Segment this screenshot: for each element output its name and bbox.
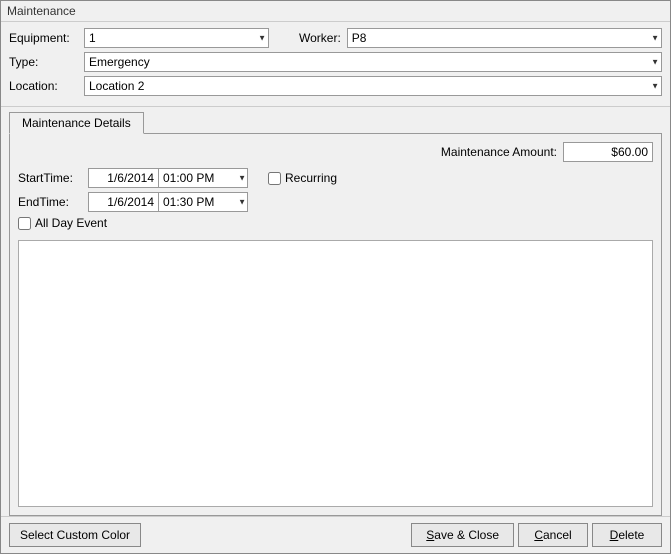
tab-maintenance-details[interactable]: Maintenance Details xyxy=(9,112,144,134)
recurring-checkbox[interactable] xyxy=(268,172,281,185)
end-time-wrapper: 01:30 PM ▼ xyxy=(158,192,248,212)
save-close-button[interactable]: Save & Close xyxy=(411,523,514,547)
custom-color-button[interactable]: Select Custom Color xyxy=(9,523,141,547)
type-select-wrapper: Emergency ▼ xyxy=(84,52,662,72)
tab-container: Maintenance Details Maintenance Amount: … xyxy=(9,111,662,516)
start-time-label: StartTime: xyxy=(18,171,88,185)
start-date-input[interactable] xyxy=(88,168,158,188)
start-time-select[interactable]: 01:00 PM xyxy=(158,168,248,188)
start-time-row: StartTime: 01:00 PM ▼ Recurring xyxy=(18,168,653,188)
notes-textarea[interactable] xyxy=(18,240,653,507)
all-day-row: All Day Event xyxy=(18,216,653,230)
end-date-input[interactable] xyxy=(88,192,158,212)
tab-header: Maintenance Details xyxy=(9,111,662,133)
custom-color-label: Select Custom Color xyxy=(20,528,130,542)
location-row: Location: Location 2 ▼ xyxy=(9,76,662,96)
form-area: Equipment: 1 ▼ Worker: P8 ▼ xyxy=(1,22,670,107)
delete-button[interactable]: Delete xyxy=(592,523,662,547)
amount-input[interactable] xyxy=(563,142,653,162)
type-row: Type: Emergency ▼ xyxy=(9,52,662,72)
amount-label: Maintenance Amount: xyxy=(441,145,557,159)
equipment-label: Equipment: xyxy=(9,31,84,45)
equipment-select-wrapper: 1 ▼ xyxy=(84,28,269,48)
location-select-wrapper: Location 2 ▼ xyxy=(84,76,662,96)
worker-select[interactable]: P8 xyxy=(347,28,662,48)
title-text: Maintenance xyxy=(7,4,76,18)
tab-content: Maintenance Amount: StartTime: 01:00 PM … xyxy=(9,133,662,516)
bottom-bar: Select Custom Color Save & Close Cancel … xyxy=(1,516,670,553)
all-day-checkbox[interactable] xyxy=(18,217,31,230)
delete-label: Delete xyxy=(610,528,645,542)
type-select[interactable]: Emergency xyxy=(84,52,662,72)
type-label: Type: xyxy=(9,55,84,69)
end-time-select[interactable]: 01:30 PM xyxy=(158,192,248,212)
recurring-wrapper: Recurring xyxy=(268,171,337,185)
cancel-button[interactable]: Cancel xyxy=(518,523,588,547)
location-label: Location: xyxy=(9,79,84,93)
end-time-label: EndTime: xyxy=(18,195,88,209)
bottom-right-buttons: Save & Close Cancel Delete xyxy=(411,523,662,547)
save-close-label: Save & Close xyxy=(426,528,499,542)
all-day-label: All Day Event xyxy=(35,216,107,230)
window-title: Maintenance xyxy=(1,1,670,22)
main-window: Maintenance Equipment: 1 ▼ Worker: xyxy=(0,0,671,554)
end-time-row: EndTime: 01:30 PM ▼ xyxy=(18,192,653,212)
recurring-label: Recurring xyxy=(285,171,337,185)
cancel-label: Cancel xyxy=(534,528,571,542)
tab-label: Maintenance Details xyxy=(22,116,131,130)
worker-select-wrapper: P8 ▼ xyxy=(347,28,662,48)
equipment-select[interactable]: 1 xyxy=(84,28,269,48)
equipment-worker-row: Equipment: 1 ▼ Worker: P8 ▼ xyxy=(9,28,662,48)
start-time-wrapper: 01:00 PM ▼ xyxy=(158,168,248,188)
maintenance-amount-row: Maintenance Amount: xyxy=(18,142,653,162)
worker-label: Worker: xyxy=(299,31,341,45)
location-select[interactable]: Location 2 xyxy=(84,76,662,96)
